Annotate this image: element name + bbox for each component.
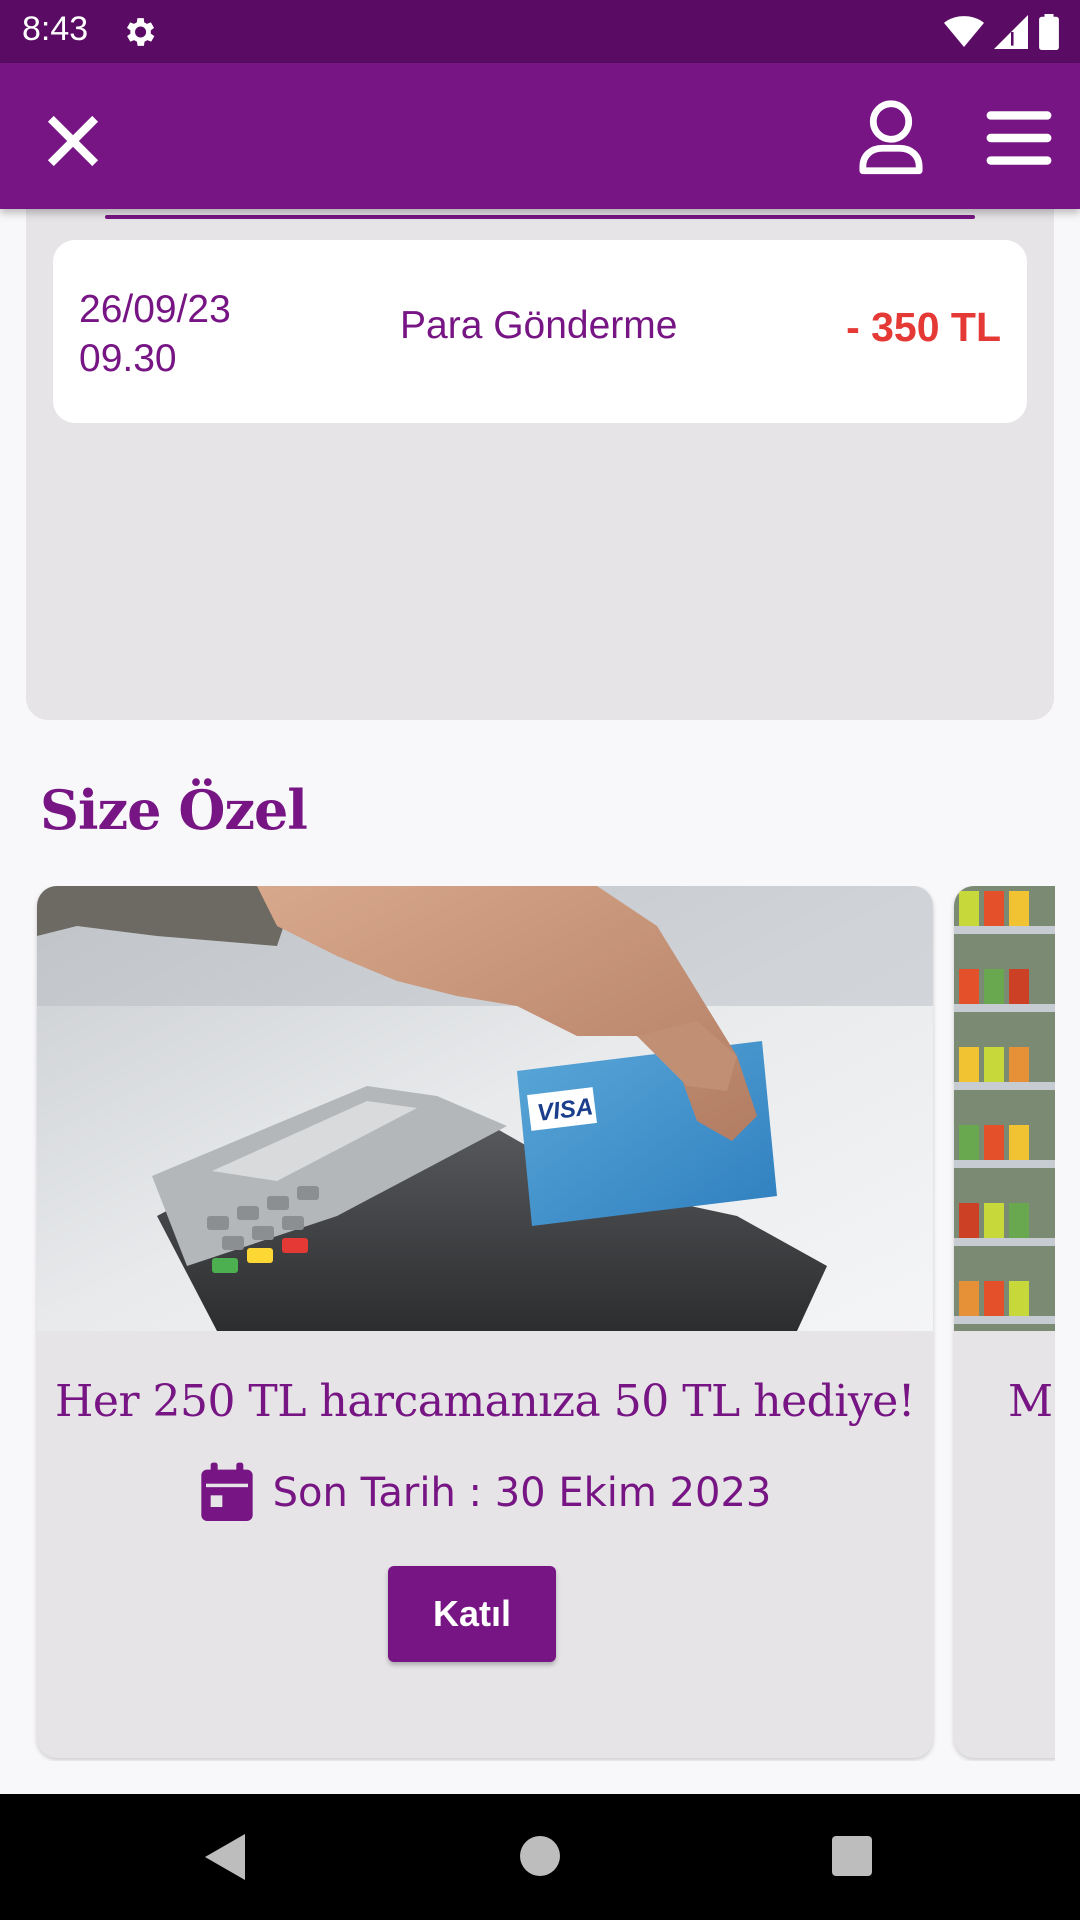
- back-icon[interactable]: [205, 1834, 245, 1880]
- transaction-title: Para Gönderme: [400, 304, 678, 347]
- campaign-carousel[interactable]: VISA Her 250 TL harcamanıza 50 TL hediye…: [0, 886, 1055, 1761]
- calendar-icon: [200, 1462, 253, 1521]
- signal-icon: [994, 15, 1028, 49]
- section-title: Size Özel: [40, 778, 308, 842]
- campaign-deadline: Son Tarih : 30 Ekim 2023: [37, 1462, 933, 1524]
- deadline-text: Son Tarih : 30 Ekim 2023: [272, 1470, 772, 1516]
- battery-icon: [1039, 14, 1059, 50]
- campaign-title: Her 250 TL harcamanıza 50 TL hediye!: [55, 1376, 915, 1427]
- transaction-item[interactable]: 26/09/23 09.30 Para Gönderme - 350 TL: [53, 240, 1027, 423]
- home-icon[interactable]: [520, 1836, 560, 1876]
- status-bar: 8:43: [0, 0, 1080, 63]
- campaign-image: VISA: [37, 886, 933, 1331]
- join-button[interactable]: Katıl: [388, 1566, 556, 1662]
- wifi-icon: [944, 16, 984, 47]
- menu-icon[interactable]: [985, 107, 1053, 169]
- campaign-image: [954, 886, 1055, 1331]
- close-icon[interactable]: [40, 108, 106, 174]
- app-bar: [0, 63, 1080, 209]
- campaign-title: M: [1008, 1376, 1054, 1427]
- status-icons: [944, 12, 1060, 52]
- tab-indicator: [105, 215, 975, 219]
- transaction-datetime: 26/09/23 09.30: [79, 285, 231, 383]
- gear-icon: [126, 18, 155, 46]
- profile-icon[interactable]: [857, 99, 925, 175]
- transactions-panel: [26, 150, 1054, 720]
- recent-apps-icon[interactable]: [832, 1836, 872, 1876]
- transaction-time: 09.30: [79, 337, 177, 380]
- status-time: 8:43: [22, 10, 89, 48]
- transaction-amount: - 350 TL: [846, 304, 1001, 350]
- navigation-bar: [0, 1794, 1080, 1920]
- campaign-card[interactable]: M: [954, 886, 1055, 1758]
- campaign-card[interactable]: VISA Her 250 TL harcamanıza 50 TL hediye…: [37, 886, 933, 1758]
- transaction-date: 26/09/23: [79, 288, 231, 331]
